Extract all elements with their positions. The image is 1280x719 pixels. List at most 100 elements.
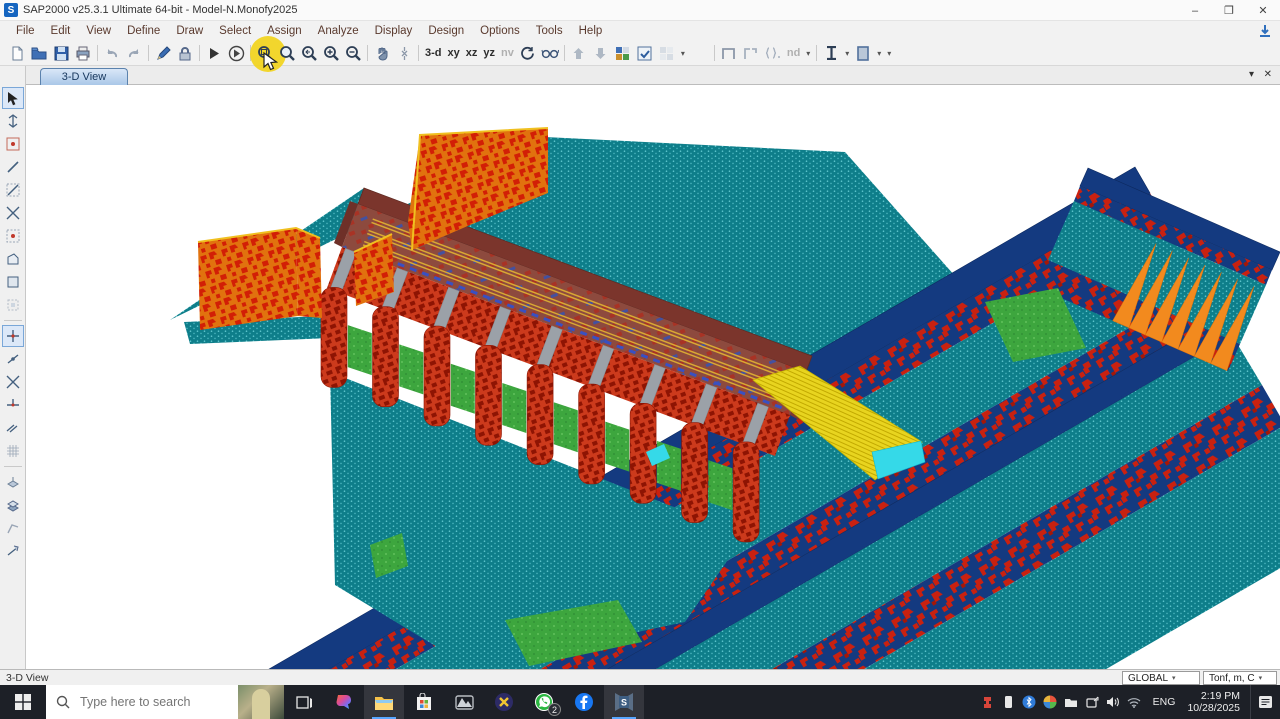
new-model-icon[interactable] — [6, 43, 28, 64]
zoom-window-icon[interactable] — [276, 43, 298, 64]
menu-analyze[interactable]: Analyze — [310, 23, 367, 39]
microsoft-store-app-icon[interactable] — [404, 685, 444, 719]
snap-to-lines-tool[interactable] — [2, 417, 24, 439]
whatsapp-app-icon[interactable]: 2 — [524, 685, 564, 719]
close-button[interactable]: ✕ — [1246, 0, 1280, 21]
frame-section-braces-icon[interactable] — [762, 43, 784, 64]
tray-anydesk-icon[interactable] — [977, 685, 998, 719]
move-down-list-icon[interactable] — [590, 43, 612, 64]
reshape-tool[interactable] — [2, 110, 24, 132]
frame-section-shape-icon[interactable] — [740, 43, 762, 64]
view-yz-button[interactable]: yz — [480, 47, 498, 59]
menu-options[interactable]: Options — [472, 23, 528, 39]
ibeam-section-icon[interactable] — [820, 43, 842, 64]
set-display-options-icon[interactable] — [634, 43, 656, 64]
undo-icon[interactable] — [101, 43, 123, 64]
menu-edit[interactable]: Edit — [43, 23, 79, 39]
extrude-view-tool[interactable] — [2, 471, 24, 493]
open-file-icon[interactable] — [28, 43, 50, 64]
menu-help[interactable]: Help — [571, 23, 611, 39]
tray-network-icon[interactable] — [1124, 685, 1145, 719]
file-explorer-app-icon[interactable] — [364, 685, 404, 719]
search-highlight-thumbnail[interactable] — [238, 685, 284, 719]
menu-view[interactable]: View — [78, 23, 119, 39]
draw-rect-area-tool[interactable] — [2, 271, 24, 293]
search-input[interactable] — [78, 694, 228, 710]
quick-draw-braces-tool[interactable] — [2, 202, 24, 224]
tab-3d-view[interactable]: 3-D View — [40, 68, 128, 85]
tray-speaker-icon[interactable] — [1103, 685, 1124, 719]
zoom-in-icon[interactable] — [320, 43, 342, 64]
snap-to-grid-tool[interactable] — [2, 440, 24, 462]
sap2000-app-icon[interactable]: S — [604, 685, 644, 719]
snap-to-intersections-tool[interactable] — [2, 371, 24, 393]
frame-section-rect-icon[interactable] — [718, 43, 740, 64]
quick-draw-frame-tool[interactable] — [2, 179, 24, 201]
menu-design[interactable]: Design — [420, 23, 472, 39]
model-view-canvas[interactable] — [26, 85, 1280, 669]
rotate-view-icon[interactable] — [517, 43, 539, 64]
frame-nd-button[interactable]: nd — [784, 47, 803, 59]
ibeam-caret-icon[interactable]: ▾ — [842, 49, 852, 58]
tray-folder-icon[interactable] — [1061, 685, 1082, 719]
draw-joint-tool[interactable] — [2, 133, 24, 155]
object-display-options-icon[interactable] — [612, 43, 634, 64]
move-up-list-icon[interactable] — [568, 43, 590, 64]
taskbar-search[interactable] — [46, 685, 284, 719]
view-xz-button[interactable]: xz — [463, 47, 481, 59]
previous-zoom-icon[interactable] — [298, 43, 320, 64]
view-nv-button[interactable]: nv — [498, 47, 517, 59]
snap-to-midpoints-tool[interactable] — [2, 348, 24, 370]
units-select[interactable]: Tonf, m, C▾ — [1203, 671, 1277, 685]
area-section-icon[interactable] — [852, 43, 874, 64]
display-caret-icon[interactable]: ▾ — [678, 49, 688, 58]
frame-view-tool[interactable] — [2, 517, 24, 539]
menu-select[interactable]: Select — [211, 23, 259, 39]
tray-phone-icon[interactable] — [998, 685, 1019, 719]
more-display-icon[interactable] — [656, 43, 678, 64]
copilot-app-icon[interactable] — [324, 685, 364, 719]
menu-define[interactable]: Define — [119, 23, 168, 39]
tray-bluetooth-icon[interactable] — [1019, 685, 1040, 719]
shell-view-tool[interactable] — [2, 494, 24, 516]
menu-display[interactable]: Display — [367, 23, 421, 39]
view-3d-button[interactable]: 3-d — [422, 47, 445, 59]
redo-icon[interactable] — [123, 43, 145, 64]
tray-colors-icon[interactable] — [1040, 685, 1061, 719]
draw-frame-tool[interactable] — [2, 156, 24, 178]
print-icon[interactable] — [72, 43, 94, 64]
snap-to-perpendicular-tool[interactable] — [2, 394, 24, 416]
menu-tools[interactable]: Tools — [528, 23, 571, 39]
select-pointer-tool[interactable] — [2, 87, 24, 109]
minimize-button[interactable]: – — [1178, 0, 1212, 21]
draw-special-joint-tool[interactable] — [2, 225, 24, 247]
tab-list-caret-icon[interactable]: ▾ — [1249, 69, 1254, 80]
run-icon[interactable] — [203, 43, 225, 64]
extra-caret-icon[interactable]: ▾ — [884, 49, 894, 58]
limits-icon[interactable] — [393, 43, 415, 64]
solid-view-tool[interactable] — [2, 540, 24, 562]
perspective-glasses-icon[interactable] — [539, 43, 561, 64]
language-indicator[interactable]: ENG — [1145, 696, 1184, 708]
snap-to-joints-tool[interactable] — [2, 325, 24, 347]
task-view-button[interactable] — [284, 685, 324, 719]
draw-pen-icon[interactable] — [152, 43, 174, 64]
run-analysis-icon[interactable] — [225, 43, 247, 64]
tab-close-icon[interactable]: ✕ — [1264, 69, 1272, 80]
pan-hand-icon[interactable] — [371, 43, 393, 64]
tray-remove-hardware-icon[interactable] — [1082, 685, 1103, 719]
area-caret-icon[interactable]: ▾ — [874, 49, 884, 58]
save-icon[interactable] — [50, 43, 72, 64]
view-xy-button[interactable]: xy — [445, 47, 463, 59]
maximize-button[interactable]: ❐ — [1212, 0, 1246, 21]
x-app-icon[interactable] — [484, 685, 524, 719]
quick-draw-area-tool[interactable] — [2, 294, 24, 316]
frame-caret-icon[interactable]: ▾ — [803, 49, 813, 58]
notification-center-button[interactable] — [1250, 685, 1280, 719]
menu-draw[interactable]: Draw — [168, 23, 211, 39]
zoom-out-icon[interactable] — [342, 43, 364, 64]
draw-poly-area-tool[interactable] — [2, 248, 24, 270]
lock-icon[interactable] — [174, 43, 196, 64]
facebook-app-icon[interactable] — [564, 685, 604, 719]
gray-app-icon[interactable] — [444, 685, 484, 719]
